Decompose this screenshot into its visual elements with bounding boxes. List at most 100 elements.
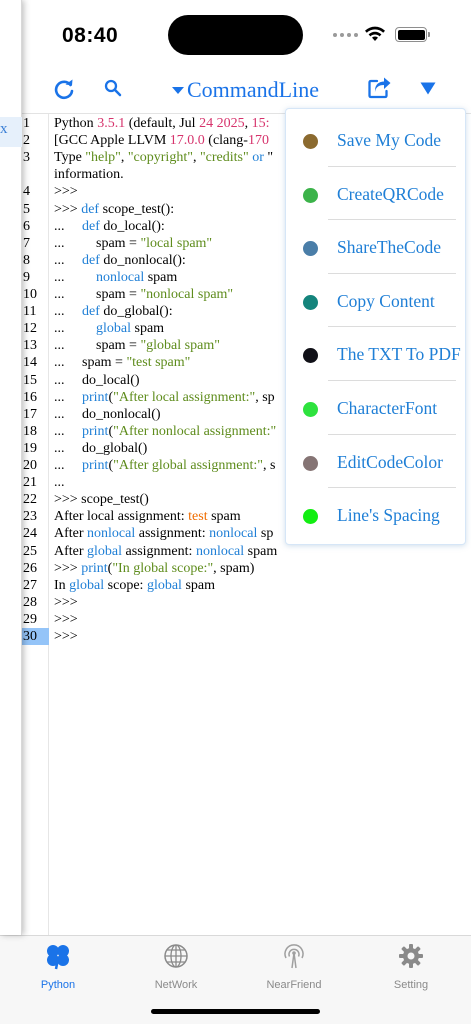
- code-token: ...: [54, 252, 82, 268]
- code-token: "global spam": [140, 338, 220, 354]
- code-line: ... spam = "local spam": [54, 235, 212, 252]
- battery-tip: [428, 32, 430, 37]
- code-token: def: [82, 252, 100, 268]
- code-token: sp: [257, 526, 274, 542]
- tab-label: NearFriend: [266, 979, 322, 991]
- code-token: print: [81, 560, 108, 576]
- code-line: In global scope: global spam: [54, 577, 215, 594]
- code-token: global: [87, 543, 123, 559]
- search-icon[interactable]: [104, 79, 122, 97]
- code-token: >>>: [54, 611, 78, 627]
- line-number: 24: [23, 526, 37, 542]
- code-token: def: [82, 304, 100, 320]
- side-panel-text: x: [0, 121, 8, 137]
- code-line: After nonlocal assignment: nonlocal sp: [54, 525, 273, 542]
- menu-dot-icon: [303, 241, 318, 257]
- share-icon[interactable]: [368, 77, 392, 99]
- code-line: >>>: [54, 611, 78, 628]
- menu-item-sharethecode[interactable]: ShareTheCode: [286, 220, 467, 273]
- code-token: scope_test():: [99, 201, 175, 217]
- code-token: ... spam =: [54, 287, 141, 302]
- code-token: print: [82, 458, 109, 473]
- code-token: ...: [54, 304, 82, 320]
- menu-item-copy-content[interactable]: Copy Content: [286, 274, 467, 327]
- code-token: "After global assignment:": [113, 458, 263, 473]
- code-token: (clang-: [204, 133, 248, 149]
- code-token: In: [54, 577, 70, 593]
- code-token: spam: [144, 269, 178, 285]
- code-token: ... do_local(): [54, 372, 140, 388]
- code-token: After local assignment:: [54, 509, 189, 525]
- menu-dot-icon: [303, 455, 318, 471]
- code-line: After global assignment: nonlocal spam: [54, 543, 277, 560]
- menu-item-line-s-spacing[interactable]: Line's Spacing: [286, 488, 467, 541]
- code-token: 15:: [251, 116, 270, 131]
- code-token: nonlocal: [195, 543, 245, 559]
- dynamic-island: [168, 15, 303, 55]
- line-number: 23: [23, 509, 37, 525]
- code-line: ... print("After global assignment:", s: [54, 457, 275, 474]
- menu-item-label: ShareTheCode: [337, 237, 441, 258]
- code-token: >>> scope_test(): [54, 492, 149, 508]
- tab-label: Setting: [393, 979, 429, 991]
- code-line: >>>: [54, 628, 78, 645]
- menu-dot-icon: [303, 294, 318, 310]
- menu-item-label: CharacterFont: [337, 398, 438, 418]
- menu-item-label: The TXT To PDF: [337, 344, 461, 365]
- line-number: 8: [23, 252, 30, 268]
- code-token: ... spam =: [54, 355, 127, 371]
- code-token: ": [263, 150, 274, 166]
- code-token: ,: [192, 150, 200, 166]
- code-token: 17.0.0: [169, 133, 205, 149]
- menu-item-save-my-code[interactable]: Save My Code: [286, 113, 467, 166]
- code-line: ... do_global(): [54, 440, 147, 457]
- dropdown-menu: Save My Code CreateQRCode ShareTheCode Copy…: [285, 108, 466, 545]
- code-line: Python 3.5.1 (default, Jul 24 2025, 15:: [54, 115, 269, 132]
- code-token: "help": [85, 150, 121, 166]
- line-number: 10: [23, 287, 37, 302]
- status-bar: 08:40: [0, 0, 471, 70]
- gear-icon: [399, 944, 423, 968]
- battery-icon: [395, 27, 427, 42]
- menu-dot-icon: [303, 187, 318, 203]
- code-token: or: [252, 150, 264, 166]
- code-token: assignment:: [122, 543, 196, 559]
- line-number: 2: [23, 133, 30, 149]
- code-token: 24 2025: [199, 116, 245, 131]
- code-token: ...: [54, 389, 82, 405]
- code-line: ...: [54, 474, 65, 491]
- tab-nearfriend[interactable]: NearFriend: [239, 942, 349, 998]
- menu-dropdown-icon[interactable]: [420, 82, 436, 95]
- menu-item-editcodecolor[interactable]: EditCodeColor: [286, 435, 467, 488]
- title-dropdown[interactable]: CommandLine: [172, 76, 319, 104]
- line-number: 1: [23, 116, 30, 131]
- menu-dot-icon: [303, 509, 318, 525]
- line-number: 9: [23, 269, 30, 285]
- side-panel-edge[interactable]: x: [0, 0, 22, 935]
- tab-network[interactable]: NetWork: [121, 942, 231, 998]
- menu-item-label: Save My Code: [337, 130, 442, 150]
- code-line: >>>: [54, 183, 78, 200]
- code-token: Python: [54, 116, 98, 131]
- code-line: Type "help", "copyright", "credits" or ": [54, 149, 273, 166]
- menu-item-createqrcode[interactable]: CreateQRCode: [286, 167, 467, 220]
- code-token: , s: [262, 458, 276, 473]
- code-token: "After local assignment:": [113, 389, 256, 405]
- code-line: ... do_nonlocal(): [54, 406, 161, 423]
- code-token: "test spam": [126, 355, 191, 371]
- tab-setting[interactable]: Setting: [356, 942, 466, 998]
- tab-label: Python: [40, 979, 76, 991]
- tab-python[interactable]: Python: [3, 942, 113, 998]
- menu-item-characterfont[interactable]: CharacterFont: [286, 381, 467, 434]
- menu-item-the-txt-to-pdf[interactable]: The TXT To PDF: [286, 327, 467, 380]
- signal-dots-icon: [333, 33, 358, 37]
- menu-dot-icon: [303, 402, 318, 417]
- code-token: ,: [120, 150, 128, 166]
- refresh-icon[interactable]: [53, 78, 75, 100]
- line-number: 17: [23, 406, 37, 422]
- code-line: ... nonlocal spam: [54, 269, 177, 286]
- line-number: 22: [23, 492, 37, 508]
- code-token: ...: [54, 458, 82, 473]
- code-token: "nonlocal spam": [140, 287, 234, 302]
- code-line: ... def do_nonlocal():: [54, 252, 186, 269]
